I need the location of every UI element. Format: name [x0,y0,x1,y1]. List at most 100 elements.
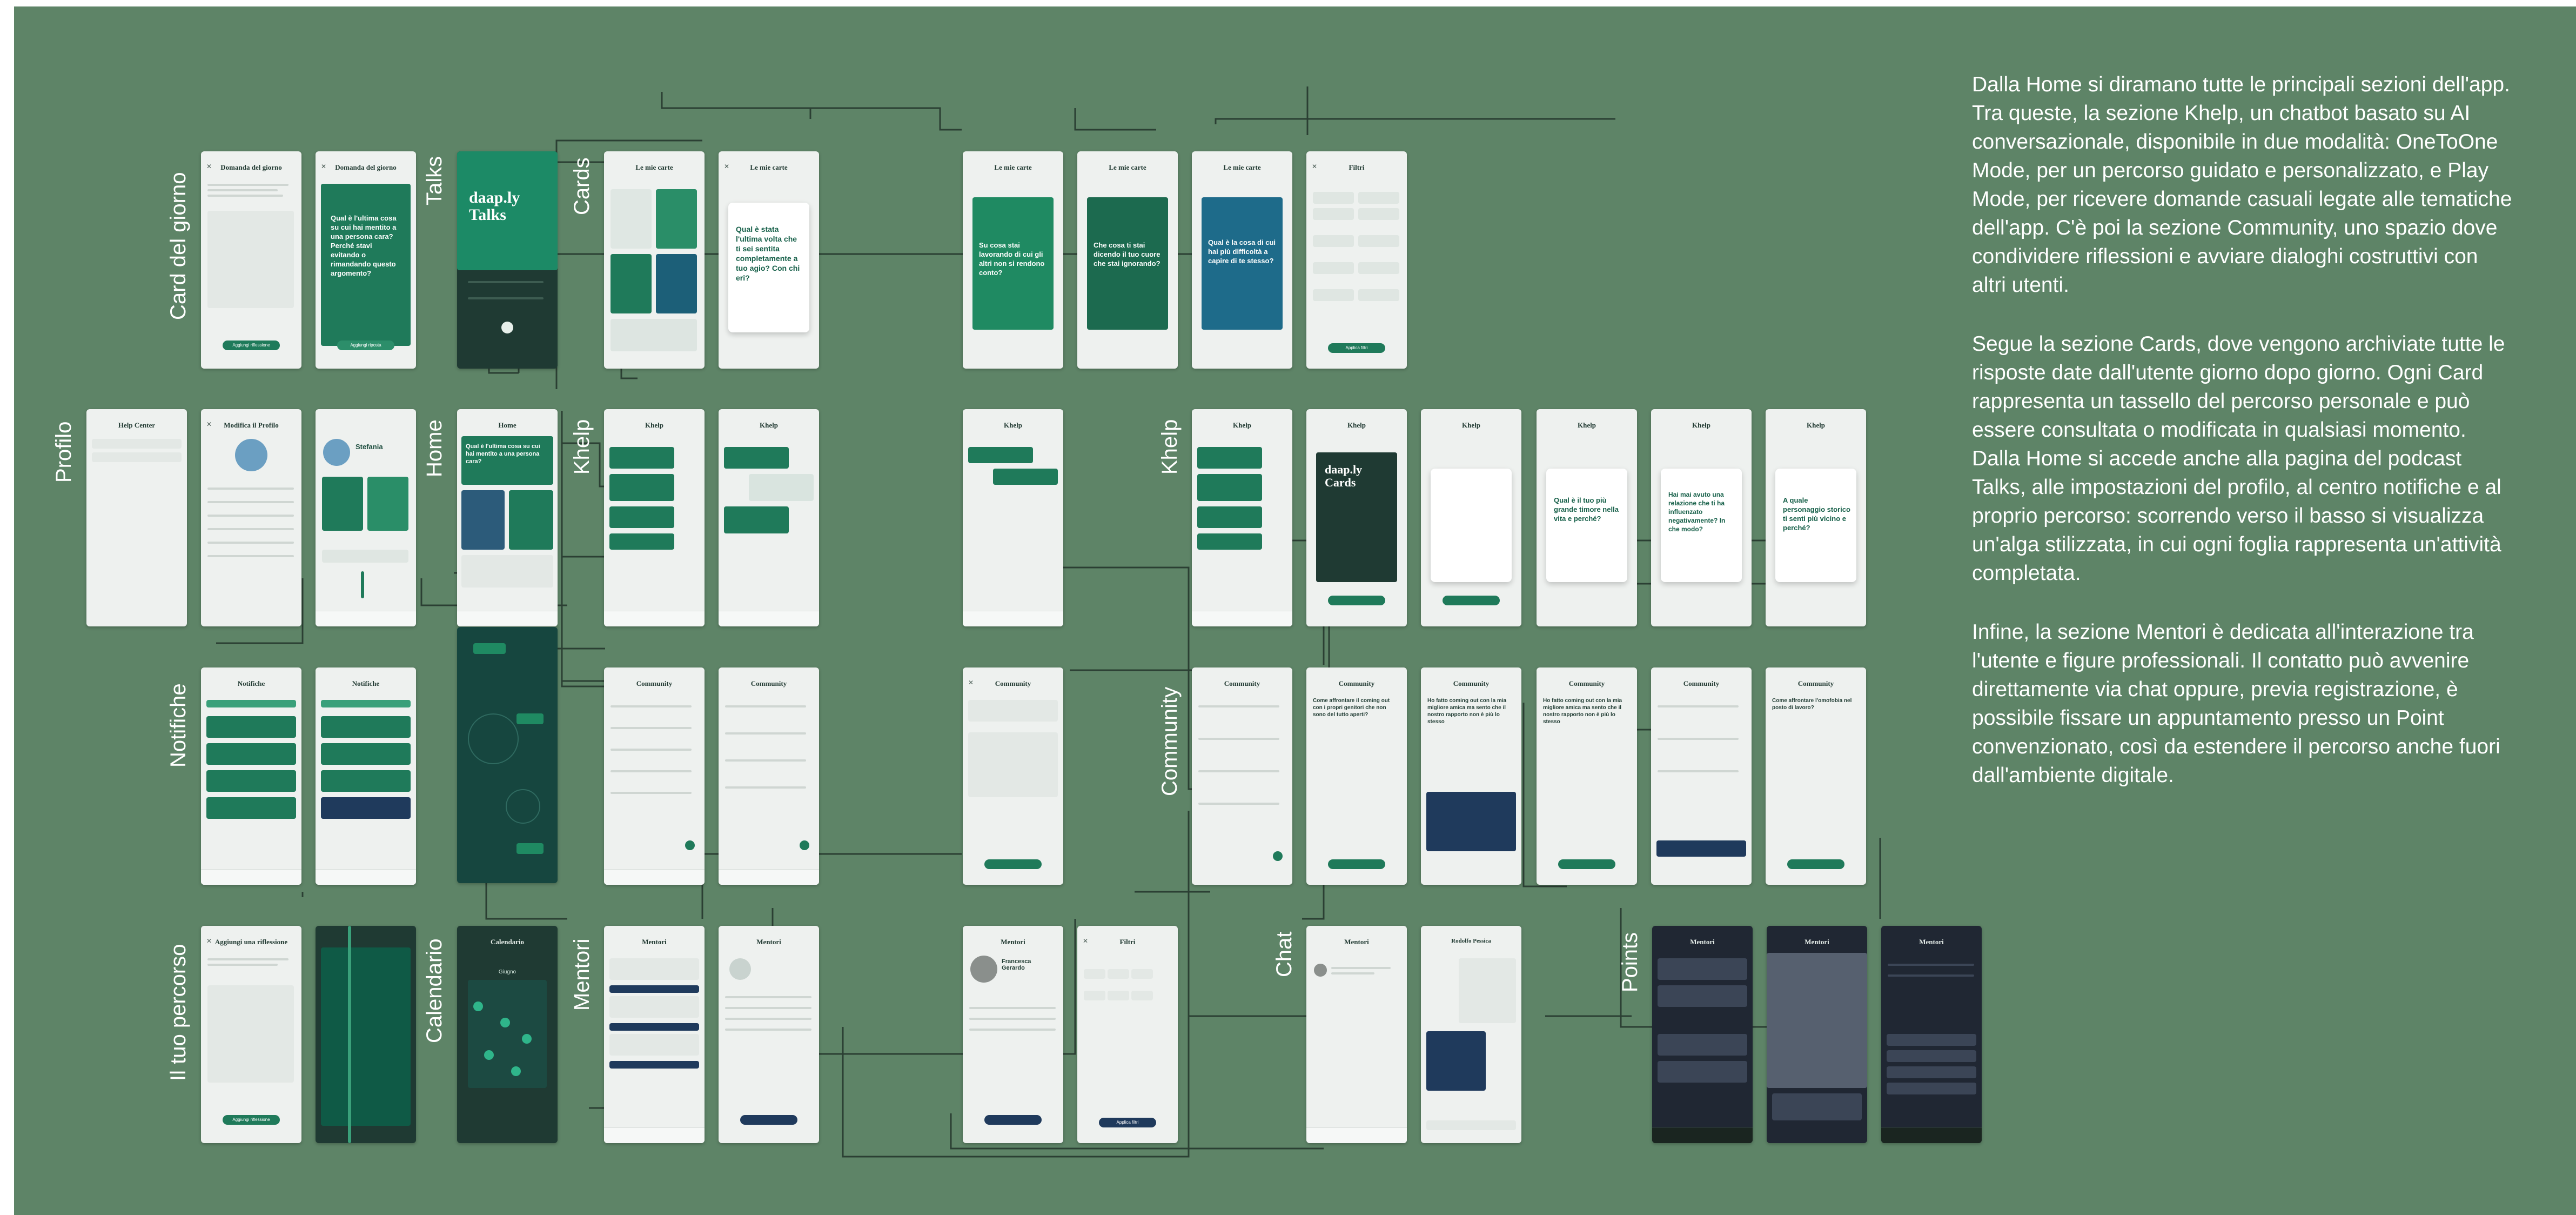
avatar[interactable] [970,956,997,983]
tab-bar[interactable] [1881,1127,1982,1143]
screen-help-center[interactable]: Help Center [86,409,187,626]
screen-cards-list[interactable]: Le mie carte [604,151,705,369]
screen-khelp-play-2[interactable]: Khelp daap.ly Cards [1306,409,1407,626]
screen-title: Notifiche [237,679,265,687]
question-card[interactable]: Qual è stata l'ultima volta che ti sei s… [728,203,809,332]
card-question: Su cosa stai lavorando di cui gli altri … [979,241,1045,277]
screen-khelp-play-1[interactable]: Khelp [1192,409,1292,626]
tab-bar[interactable] [963,611,1063,626]
section-label-cards: Cards [570,157,594,215]
screen-community-r1[interactable]: Community [1192,667,1292,885]
screen-khelp-1[interactable]: Khelp [604,409,705,626]
tab-bar[interactable] [604,869,705,885]
contact-button[interactable] [740,1115,797,1125]
question-card[interactable]: Qual è il tuo più grande timore nella vi… [1546,469,1627,582]
tab-bar[interactable] [604,611,705,626]
apply-filters-button[interactable]: Applica filtri [1099,1118,1156,1127]
screen-khelp-2[interactable]: Khelp [719,409,819,626]
cards-logo: daap.ly Cards [1325,463,1363,489]
tab-bar[interactable] [1192,611,1292,626]
screen-khelp-3[interactable]: Khelp [963,409,1063,626]
screen-mentori-2[interactable]: Mentori [719,926,819,1143]
book-button[interactable] [984,1115,1042,1125]
screen-community-r4[interactable]: Community Ho fatto coming out con la mia… [1537,667,1637,885]
section-label-calendario: Calendario [422,938,446,1043]
screen-title: Mentori [1690,938,1715,946]
screen-chat-2[interactable]: Rodolfo Pessica [1421,926,1521,1143]
screen-notifiche-1[interactable]: Notifiche [201,667,301,885]
screen-calendario[interactable]: Calendario Giugno [457,926,558,1143]
screen-mentori-1[interactable]: Mentori [604,926,705,1143]
avatar[interactable] [235,439,267,471]
screen-mentori-3[interactable]: Mentori Francesca Gerardo [963,926,1063,1143]
screen-profile[interactable]: Stefania [316,409,416,626]
screen-title: Notifiche [352,679,380,687]
screen-community-r6[interactable]: Community Come affrontare l'omofobia nel… [1766,667,1866,885]
screen-cards-filters[interactable]: ✕ Filtri Applica filtri [1306,151,1407,369]
daily-question: Qual è l'ultima cosa su cui hai mentito … [331,214,397,277]
screen-community-2[interactable]: Community [719,667,819,885]
screen-title: Khelp [1578,421,1596,429]
tab-bar[interactable] [1306,1127,1407,1143]
card-question: Qual è stata l'ultima volta che ti sei s… [736,225,800,282]
avatar[interactable] [729,958,751,980]
publish-button[interactable] [984,859,1042,869]
screen-title: Mentori [1344,938,1369,946]
avatar[interactable] [323,439,350,466]
screen-points-1[interactable]: Mentori [1652,926,1753,1143]
play-button[interactable] [501,322,513,333]
screen-title: Mentori [1001,938,1025,946]
screen-il-tuo-percorso-2[interactable] [316,926,416,1143]
section-label-community: Community [1158,686,1182,796]
screen-card-del-giorno-1[interactable]: ✕ Domanda del giorno Aggiungi riflession… [201,151,301,369]
screen-khelp-play-6[interactable]: Khelp A quale personaggio storico ti sen… [1766,409,1866,626]
tab-bar[interactable] [201,869,301,885]
publish-button[interactable] [1787,859,1844,869]
screen-mentori-filters[interactable]: ✕ Filtri Applica filtri [1077,926,1178,1143]
screen-cards-carousel-1[interactable]: Le mie carte Su cosa stai lavorando di c… [963,151,1063,369]
screen-community-1[interactable]: Community [604,667,705,885]
add-answer-button[interactable]: Aggiungi riposta [337,341,394,350]
screen-il-tuo-percorso-1[interactable]: ✕ Aggiungi una riflessione Aggiungi rifl… [201,926,301,1143]
screen-community-r2[interactable]: Community Come affrontare il coming out … [1306,667,1407,885]
screen-khelp-play-3[interactable]: Khelp [1421,409,1521,626]
screen-home[interactable]: Home Qual è l'ultima cosa su cui hai men… [457,409,558,626]
publish-button[interactable] [1558,859,1615,869]
screen-card-detail[interactable]: ✕ Le mie carte Qual è stata l'ultima vol… [719,151,819,369]
screen-notifiche-2[interactable]: Notifiche [316,667,416,885]
talks-logo: daap.ly Talks [469,189,520,224]
add-reflection-button[interactable]: Aggiungi riflessione [223,341,280,350]
map[interactable] [1767,953,1867,1088]
screen-profile-edit[interactable]: ✕ Modifica il Profilo [201,409,301,626]
screen-community-3[interactable]: ✕ Community [963,667,1063,885]
tab-bar[interactable] [316,611,416,626]
tab-bar[interactable] [719,611,819,626]
tab-bar[interactable] [1652,1127,1753,1143]
avatar[interactable] [1314,964,1327,977]
screen-cards-carousel-2[interactable]: Le mie carte Che cosa ti stai dicendo il… [1077,151,1178,369]
tab-bar[interactable] [604,1127,705,1143]
screen-community-r3[interactable]: Community Ho fatto coming out con la mia… [1421,667,1521,885]
question-card[interactable] [1431,469,1512,582]
screen-card-del-giorno-2[interactable]: ✕ Domanda del giorno Qual è l'ultima cos… [316,151,416,369]
tab-bar[interactable] [316,869,416,885]
screen-khelp-play-5[interactable]: Khelp Hai mai avuto una relazione che ti… [1651,409,1752,626]
play-button[interactable] [1328,596,1385,605]
tab-bar[interactable] [457,611,558,626]
screen-points-2[interactable]: Mentori [1767,926,1867,1143]
screen-talks[interactable]: daap.ly Talks [457,151,558,369]
screen-khelp-play-4[interactable]: Khelp Qual è il tuo più grande timore ne… [1537,409,1637,626]
publish-button[interactable] [1328,859,1385,869]
screen-chat-1[interactable]: Mentori [1306,926,1407,1143]
next-question-button[interactable] [1443,596,1500,605]
screen-points-3[interactable]: Mentori [1881,926,1982,1143]
tab-bar[interactable] [719,869,819,885]
add-reflection-button[interactable]: Aggiungi riflessione [223,1115,280,1125]
apply-filters-button[interactable]: Applica filtri [1328,343,1385,353]
screen-community-r5[interactable]: Community [1651,667,1752,885]
screen-title: Khelp [1347,421,1366,429]
screen-cards-carousel-3[interactable]: Le mie carte Qual è la cosa di cui hai p… [1192,151,1292,369]
question-card[interactable]: Hai mai avuto una relazione che ti ha in… [1661,469,1742,582]
question-card[interactable]: A quale personaggio storico ti senti più… [1775,469,1856,582]
screen-home-scroll[interactable] [457,627,558,883]
